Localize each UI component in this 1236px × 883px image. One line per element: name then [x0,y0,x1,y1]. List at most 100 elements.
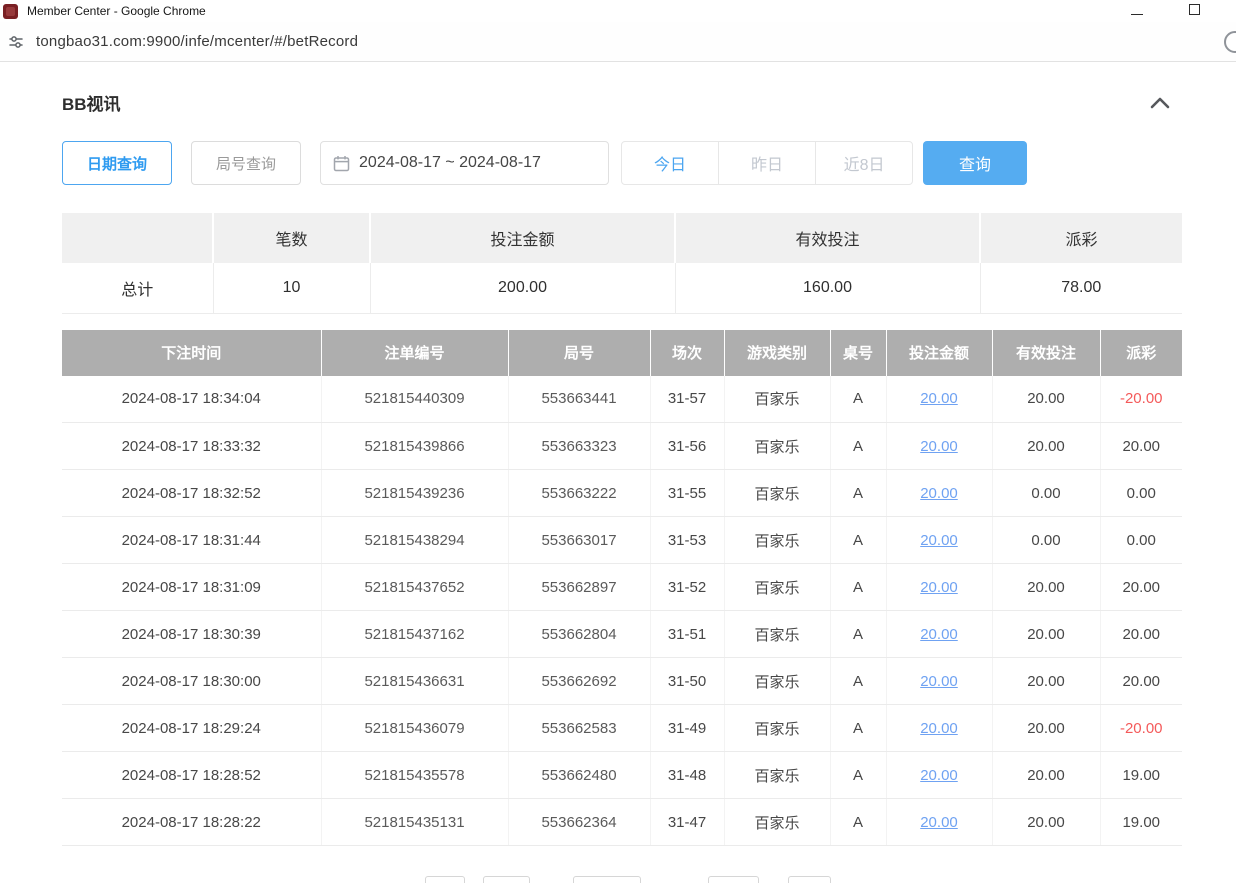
payout-cell: -20.00 [1100,705,1182,752]
bet-amount-cell: 20.00 [886,517,992,564]
bet-time-cell: 2024-08-17 18:34:04 [62,376,321,423]
summary-header-count: 笔数 [213,213,370,263]
round-no-cell: 553662692 [508,658,650,705]
payout-cell: 19.00 [1100,752,1182,799]
payout-cell: 20.00 [1100,423,1182,470]
window-title: Member Center - Google Chrome [27,4,206,18]
session-cell: 31-49 [650,705,724,752]
bet-amount-cell: 20.00 [886,376,992,423]
bet-amount-link[interactable]: 20.00 [920,532,958,549]
round-no-cell: 553662583 [508,705,650,752]
valid-bet-cell: 20.00 [992,705,1100,752]
tune-icon [7,33,25,51]
bet-record-row: 2024-08-17 18:31:09 521815437652 5536628… [62,564,1182,611]
collapse-section-button[interactable] [1150,96,1170,110]
session-cell: 31-56 [650,423,724,470]
pagination-jump-input[interactable] [788,876,831,883]
date-query-tab[interactable]: 日期查询 [62,141,172,185]
order-no-cell: 521815438294 [321,517,508,564]
minimize-icon [1131,14,1143,15]
session-cell: 31-57 [650,376,724,423]
date-range-value: 2024-08-17 ~ 2024-08-17 [359,154,541,172]
bet-amount-link[interactable]: 20.00 [920,814,958,831]
bet-amount-link[interactable]: 20.00 [920,438,958,455]
round-query-tab[interactable]: 局号查询 [191,141,301,185]
bet-amount-link[interactable]: 20.00 [920,626,958,643]
pagination-next-button[interactable] [708,876,759,883]
summary-row-label: 总计 [62,263,213,313]
round-no-cell: 553663222 [508,470,650,517]
app-icon [3,4,18,19]
game-type-cell: 百家乐 [724,705,830,752]
bet-record-row: 2024-08-17 18:33:32 521815439866 5536633… [62,423,1182,470]
quick-range-today[interactable]: 今日 [621,141,719,185]
bet-amount-link[interactable]: 20.00 [920,485,958,502]
order-no-cell: 521815435578 [321,752,508,799]
bet-record-table: 下注时间 注单编号 局号 场次 游戏类别 桌号 投注金额 有效投注 派彩 202… [62,330,1182,847]
payout-cell: 19.00 [1100,799,1182,846]
order-no-cell: 521815436079 [321,705,508,752]
payout-cell: 20.00 [1100,611,1182,658]
col-header-bet-amount: 投注金额 [886,330,992,376]
bet-amount-link[interactable]: 20.00 [920,767,958,784]
bet-amount-cell: 20.00 [886,752,992,799]
table-no-cell: A [830,752,886,799]
order-no-cell: 521815437652 [321,564,508,611]
order-no-cell: 521815439236 [321,470,508,517]
quick-range-yesterday[interactable]: 昨日 [718,141,816,185]
session-cell: 31-55 [650,470,724,517]
game-type-cell: 百家乐 [724,517,830,564]
summary-table: 笔数 投注金额 有效投注 派彩 总计 10 200.00 160.00 78.0… [62,213,1182,314]
search-button[interactable]: 查询 [923,141,1027,185]
summary-header-empty [62,213,213,263]
col-header-valid-bet: 有效投注 [992,330,1100,376]
maximize-icon [1189,4,1200,15]
url-text[interactable]: tongbao31.com:9900/infe/mcenter/#/betRec… [36,33,358,50]
quick-range-last8days[interactable]: 近8日 [815,141,913,185]
round-no-cell: 553662480 [508,752,650,799]
col-header-order-no: 注单编号 [321,330,508,376]
valid-bet-cell: 0.00 [992,470,1100,517]
table-no-cell: A [830,611,886,658]
valid-bet-cell: 20.00 [992,752,1100,799]
table-no-cell: A [830,517,886,564]
round-no-cell: 553662804 [508,611,650,658]
bet-time-cell: 2024-08-17 18:29:24 [62,705,321,752]
pagination-size-select[interactable] [573,876,641,883]
game-type-cell: 百家乐 [724,470,830,517]
order-no-cell: 521815436631 [321,658,508,705]
summary-valid-bet-value: 160.00 [675,263,980,313]
bet-amount-link[interactable]: 20.00 [920,579,958,596]
window-titlebar: Member Center - Google Chrome [0,0,1236,22]
game-type-cell: 百家乐 [724,611,830,658]
pagination-page-button[interactable] [483,876,530,883]
summary-header-bet-amount: 投注金额 [370,213,675,263]
payout-cell: 20.00 [1100,564,1182,611]
session-cell: 31-50 [650,658,724,705]
game-type-cell: 百家乐 [724,376,830,423]
valid-bet-cell: 20.00 [992,611,1100,658]
bet-amount-cell: 20.00 [886,423,992,470]
bet-amount-link[interactable]: 20.00 [920,720,958,737]
browser-urlbar: tongbao31.com:9900/infe/mcenter/#/betRec… [0,22,1236,62]
minimize-button[interactable] [1131,2,1143,20]
table-no-cell: A [830,470,886,517]
order-no-cell: 521815437162 [321,611,508,658]
maximize-button[interactable] [1189,2,1200,20]
table-no-cell: A [830,705,886,752]
bet-record-row: 2024-08-17 18:30:00 521815436631 5536626… [62,658,1182,705]
round-no-cell: 553663017 [508,517,650,564]
pagination-bar [62,876,1182,883]
bet-amount-link[interactable]: 20.00 [920,673,958,690]
game-type-cell: 百家乐 [724,799,830,846]
pagination-prev-button[interactable] [425,876,465,883]
col-header-game-type: 游戏类别 [724,330,830,376]
profile-avatar-icon[interactable] [1224,31,1236,53]
chevron-up-icon [1150,96,1170,110]
bet-amount-link[interactable]: 20.00 [920,390,958,407]
valid-bet-cell: 20.00 [992,658,1100,705]
quick-range-group: 今日 昨日 近8日 [621,141,913,185]
site-info-button[interactable] [7,33,25,51]
summary-payout-value: 78.00 [980,263,1182,313]
date-range-picker[interactable]: 2024-08-17 ~ 2024-08-17 [320,141,609,185]
